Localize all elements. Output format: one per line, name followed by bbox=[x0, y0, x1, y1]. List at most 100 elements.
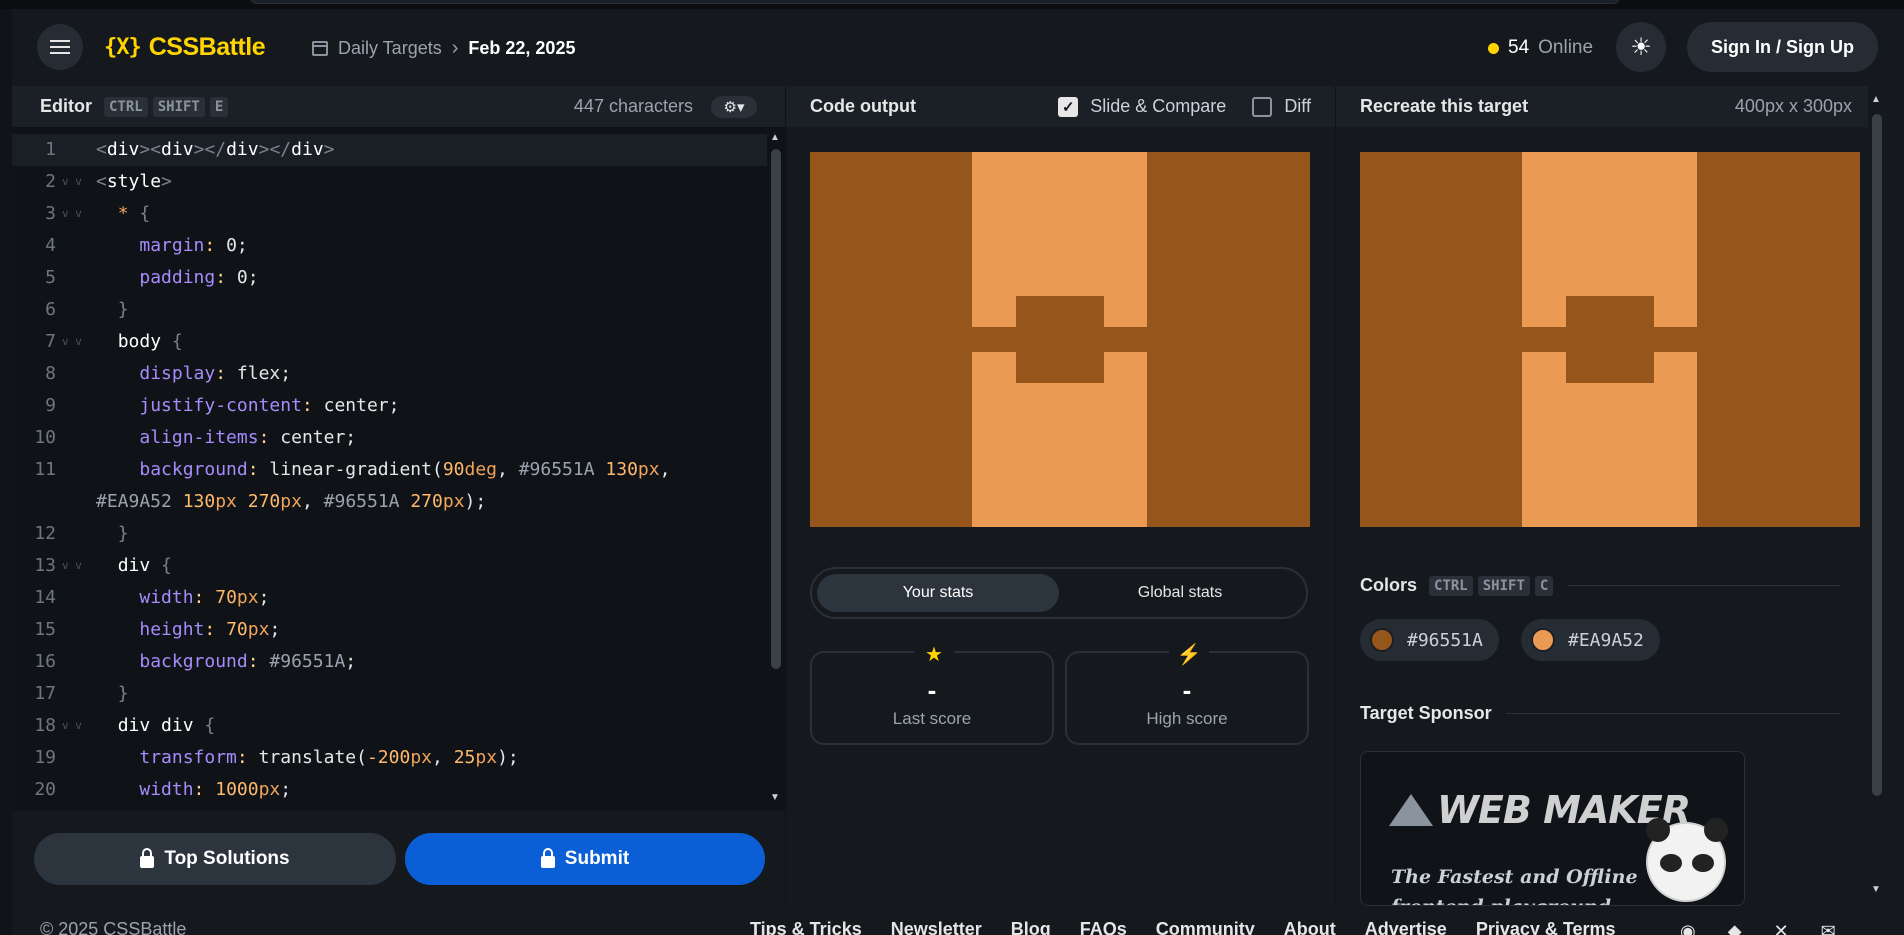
sponsor-card[interactable]: WEB MAKER The Fastest and Offline fronte… bbox=[1360, 751, 1745, 906]
code-line[interactable]: 13 v v div { bbox=[12, 550, 767, 582]
logo[interactable]: {X} CSSBattle bbox=[104, 33, 266, 62]
code-line[interactable]: 12 } bbox=[12, 518, 767, 550]
web-maker-logo-icon bbox=[1389, 794, 1433, 826]
code-text: background: linear-gradient(90deg, #9655… bbox=[139, 459, 671, 480]
code-text: } bbox=[117, 683, 129, 704]
sponsor-title: Target Sponsor bbox=[1360, 703, 1492, 723]
scroll-up-arrow-icon[interactable]: ▲ bbox=[770, 132, 780, 143]
code-text: transform: translate(-200px, 25px); bbox=[139, 747, 519, 768]
line-number: 6 bbox=[45, 299, 56, 320]
sign-in-button[interactable]: Sign In / Sign Up bbox=[1687, 22, 1878, 72]
line-number: 20 bbox=[34, 779, 56, 800]
discord-icon[interactable]: ◉ bbox=[1680, 921, 1696, 935]
code-line[interactable]: 7 v v body { bbox=[12, 326, 767, 358]
mail-icon[interactable]: ✉ bbox=[1821, 921, 1836, 935]
panda-eye bbox=[1692, 854, 1714, 872]
code-line[interactable]: 14 width: 70px; bbox=[12, 582, 767, 614]
fold-chevron-icon[interactable]: v v bbox=[62, 198, 82, 230]
code-line[interactable]: 4 margin: 0; bbox=[12, 230, 767, 262]
line-number: 7 bbox=[45, 331, 56, 352]
footer-link-newsletter[interactable]: Newsletter bbox=[891, 919, 982, 935]
line-number: 15 bbox=[34, 619, 56, 640]
fold-chevron-icon[interactable]: v v bbox=[62, 710, 82, 742]
code-line[interactable]: 1 <div><div></div></div> bbox=[12, 134, 767, 166]
footer-link-blog[interactable]: Blog bbox=[1011, 919, 1051, 935]
footer-link-community[interactable]: Community bbox=[1156, 919, 1255, 935]
fold-chevron-icon[interactable]: v v bbox=[62, 166, 82, 198]
code-line[interactable]: 16 background: #96551A; bbox=[12, 646, 767, 678]
footer-link-advertise[interactable]: Advertise bbox=[1365, 919, 1447, 935]
tab-global-stats[interactable]: Global stats bbox=[1059, 574, 1301, 612]
last-score-card: ★ - Last score bbox=[810, 641, 1054, 745]
shortcut-key-shift: SHIFT bbox=[1477, 575, 1530, 596]
code-line[interactable]: 10 align-items: center; bbox=[12, 422, 767, 454]
scroll-down-arrow-icon[interactable]: ▼ bbox=[1871, 884, 1881, 895]
code-line[interactable]: 8 display: flex; bbox=[12, 358, 767, 390]
online-count: 54 bbox=[1508, 37, 1530, 58]
scroll-up-arrow-icon[interactable]: ▲ bbox=[1871, 94, 1881, 105]
footer-link-tips[interactable]: Tips & Tricks bbox=[750, 919, 862, 935]
breadcrumb-daily-targets[interactable]: Daily Targets bbox=[338, 38, 442, 59]
code-line[interactable]: 2 v v <style> bbox=[12, 166, 767, 198]
code-line[interactable]: #EA9A52 130px 270px, #96551A 270px); bbox=[12, 486, 767, 518]
submit-button[interactable]: Submit bbox=[405, 833, 765, 885]
code-line[interactable]: 17 } bbox=[12, 678, 767, 710]
divider bbox=[1567, 585, 1840, 586]
code-text: justify-content: center; bbox=[139, 395, 400, 416]
code-editor[interactable]: 1 <div><div></div></div> 2 v v <style> 3 v v *… bbox=[12, 127, 785, 811]
line-number: 10 bbox=[34, 427, 56, 448]
bluesky-icon[interactable]: ◆ bbox=[1728, 921, 1742, 935]
colors-heading: Colors CTRL SHIFT C bbox=[1360, 575, 1840, 596]
code-line[interactable]: 9 justify-content: center; bbox=[12, 390, 767, 422]
code-output-canvas[interactable] bbox=[810, 152, 1310, 527]
code-line[interactable]: 20 width: 1000px; bbox=[12, 774, 767, 806]
code-line[interactable]: 6 } bbox=[12, 294, 767, 326]
line-number: 17 bbox=[34, 683, 56, 704]
high-score-label: High score bbox=[1146, 709, 1228, 728]
editor-scroll-thumb[interactable] bbox=[771, 149, 781, 669]
line-number: 1 bbox=[45, 139, 56, 160]
target-scroll-thumb[interactable] bbox=[1872, 114, 1882, 796]
top-solutions-button[interactable]: Top Solutions bbox=[34, 833, 396, 885]
scroll-down-arrow-icon[interactable]: ▼ bbox=[770, 792, 780, 803]
target-scrollbar[interactable]: ▲ ▼ bbox=[1868, 86, 1886, 906]
code-line[interactable]: 11 background: linear-gradient(90deg, #9… bbox=[12, 454, 767, 486]
theme-toggle-button[interactable]: ☀ bbox=[1616, 22, 1666, 72]
last-score-label: Last score bbox=[892, 709, 972, 728]
code-text: height: 70px; bbox=[139, 619, 281, 640]
color-hex-dark: #96551A bbox=[1407, 629, 1483, 651]
footer-link-faqs[interactable]: FAQs bbox=[1080, 919, 1127, 935]
sponsor-heading: Target Sponsor bbox=[1360, 703, 1840, 724]
code-line[interactable]: 18 v v div div { bbox=[12, 710, 767, 742]
code-text: } bbox=[117, 523, 129, 544]
code-line[interactable]: 5 padding: 0; bbox=[12, 262, 767, 294]
color-swatch-dark[interactable]: #96551A bbox=[1360, 619, 1499, 661]
code-line[interactable]: 15 height: 70px; bbox=[12, 614, 767, 646]
diff-toggle[interactable]: Diff bbox=[1252, 96, 1311, 117]
code-line[interactable]: 19 transform: translate(-200px, 25px); bbox=[12, 742, 767, 774]
editor-settings-button[interactable]: ⚙▾ bbox=[711, 95, 757, 118]
menu-button[interactable] bbox=[37, 24, 83, 70]
lock-icon bbox=[140, 848, 155, 868]
fold-chevron-icon[interactable]: v v bbox=[62, 326, 82, 358]
output-dark-square bbox=[1016, 296, 1104, 383]
slide-compare-toggle[interactable]: ✓ Slide & Compare bbox=[1058, 96, 1226, 117]
logo-text: CSSBattle bbox=[148, 33, 266, 61]
fold-chevron-icon[interactable]: v v bbox=[62, 550, 82, 582]
code-text: display: flex; bbox=[139, 363, 292, 384]
checkbox-checked-icon[interactable]: ✓ bbox=[1058, 96, 1079, 117]
browser-address-bar[interactable] bbox=[250, 0, 1620, 4]
tab-your-stats[interactable]: Your stats bbox=[817, 574, 1059, 612]
footer-link-privacy[interactable]: Privacy & Terms bbox=[1476, 919, 1616, 935]
output-title: Code output bbox=[810, 96, 916, 116]
line-number: 8 bbox=[45, 363, 56, 384]
color-swatch-light[interactable]: #EA9A52 bbox=[1521, 619, 1660, 661]
browser-tab-strip bbox=[0, 0, 1904, 9]
colors-title: Colors bbox=[1360, 575, 1418, 595]
checkbox-unchecked-icon[interactable] bbox=[1252, 96, 1273, 117]
high-score-card: ⚡ - High score bbox=[1065, 641, 1309, 745]
x-icon[interactable]: ✕ bbox=[1774, 921, 1789, 935]
footer-link-about[interactable]: About bbox=[1284, 919, 1336, 935]
code-text: div div { bbox=[117, 715, 216, 736]
code-line[interactable]: 3 v v * { bbox=[12, 198, 767, 230]
